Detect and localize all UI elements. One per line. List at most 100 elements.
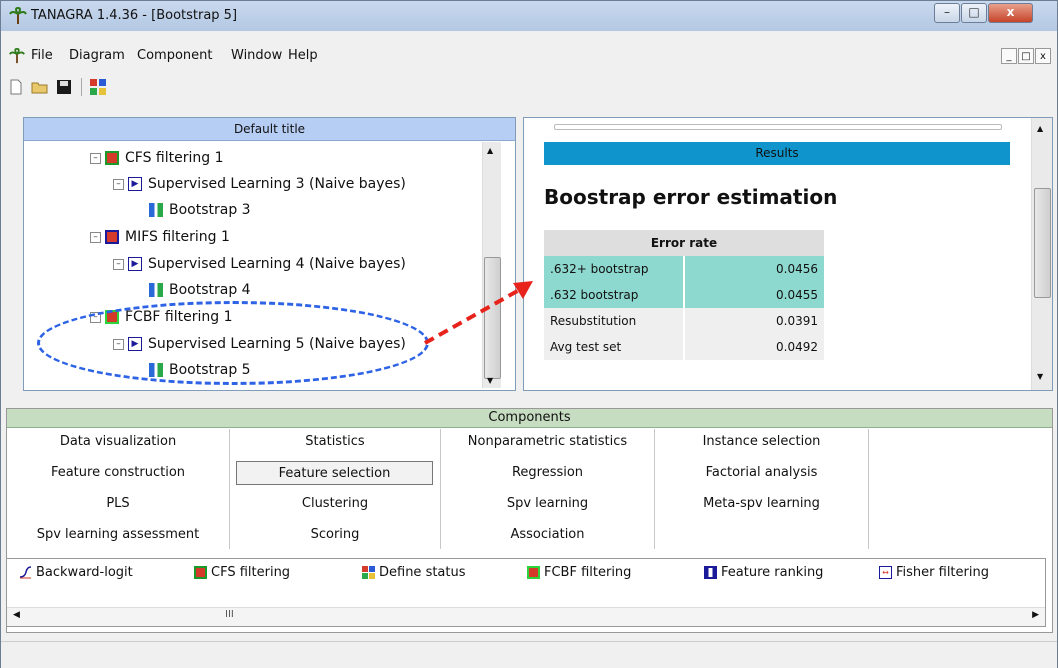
component-backward-logit[interactable]: Backward-logit — [19, 565, 133, 580]
category-statistics[interactable]: Statistics — [230, 430, 440, 454]
scroll-right-arrow-icon[interactable]: ▶ — [1032, 610, 1039, 620]
results-top-rule — [554, 124, 1002, 130]
category-spv-learning[interactable]: Spv learning — [441, 492, 654, 516]
tanagra-logo-icon — [9, 48, 25, 64]
scroll-thumb-grip[interactable]: III — [225, 609, 234, 620]
status-bar — [1, 641, 1057, 668]
row-label: .632 bootstrap — [544, 282, 685, 308]
row-label: Avg test set — [544, 334, 685, 360]
fisher-filtering-icon: ↔ — [879, 566, 892, 579]
category-factorial-analysis[interactable]: Factorial analysis — [655, 461, 868, 485]
supervised-learning-icon: ▶ — [128, 257, 142, 271]
row-value: 0.0455 — [776, 288, 818, 302]
tree-node-supervised-learning-3[interactable]: – ▶ Supervised Learning 3 (Naive bayes) — [113, 176, 406, 192]
tree-node-bootstrap-4[interactable]: Bootstrap 4 — [149, 282, 251, 298]
save-icon[interactable] — [55, 78, 73, 96]
define-status-icon[interactable] — [89, 78, 107, 96]
component-items-list: Backward-logit CFS filtering Define stat… — [6, 558, 1046, 627]
annotation-dashed-ellipse — [37, 301, 429, 385]
results-scrollbar-thumb[interactable] — [1034, 188, 1051, 298]
scroll-down-arrow-icon[interactable]: ▼ — [487, 376, 493, 385]
category-scoring[interactable]: Scoring — [230, 523, 440, 547]
scroll-up-arrow-icon[interactable]: ▲ — [1037, 124, 1043, 133]
category-meta-spv-learning[interactable]: Meta-spv learning — [655, 492, 868, 516]
maximize-button[interactable]: □ — [961, 3, 987, 23]
results-heading: Boostrap error estimation — [544, 185, 838, 209]
mdi-restore-button[interactable]: □ — [1018, 48, 1034, 64]
table-row: .632+ bootstrap 0.0456 — [544, 256, 824, 282]
supervised-learning-icon: ▶ — [128, 177, 142, 191]
row-label: Resubstitution — [544, 308, 685, 334]
tree-node-bootstrap-3[interactable]: Bootstrap 3 — [149, 202, 251, 218]
scroll-down-arrow-icon[interactable]: ▼ — [1037, 372, 1043, 381]
column-divider — [868, 429, 869, 549]
component-cfs-filtering[interactable]: CFS filtering — [194, 565, 290, 580]
table-row: Avg test set 0.0492 — [544, 334, 824, 360]
menu-file[interactable]: File — [31, 48, 53, 63]
new-file-icon[interactable] — [7, 78, 25, 96]
tree-node-cfs-filtering[interactable]: – CFS filtering 1 — [90, 150, 224, 166]
component-define-status[interactable]: Define status — [362, 565, 466, 580]
cfs-filtering-icon — [194, 566, 207, 579]
collapse-toggle[interactable]: – — [113, 178, 124, 190]
component-fisher-filtering[interactable]: ↔ Fisher filtering — [879, 565, 989, 580]
results-panel: Results Boostrap error estimation Error … — [523, 117, 1053, 391]
menu-component[interactable]: Component — [137, 48, 212, 63]
tree-node-mifs-filtering[interactable]: – MIFS filtering 1 — [90, 229, 230, 245]
component-feature-ranking[interactable]: Feature ranking — [704, 565, 823, 580]
menu-bar: File Diagram Component Window Help _ □ x — [1, 45, 1057, 67]
mdi-close-button[interactable]: x — [1035, 48, 1051, 64]
row-label: .632+ bootstrap — [544, 256, 685, 282]
component-fcbf-filtering[interactable]: FCBF filtering — [527, 565, 631, 580]
tanagra-logo-icon — [9, 7, 27, 24]
category-instance-selection[interactable]: Instance selection — [655, 430, 868, 454]
row-value: 0.0492 — [776, 340, 818, 354]
fcbf-filtering-icon — [527, 566, 540, 579]
bootstrap-icon — [149, 283, 163, 297]
title-bar: TANAGRA 1.4.36 - [Bootstrap 5] – □ x — [1, 1, 1057, 31]
feature-ranking-icon — [704, 566, 717, 579]
open-folder-icon[interactable] — [31, 78, 49, 96]
category-clustering[interactable]: Clustering — [230, 492, 440, 516]
error-rate-header: Error rate — [544, 230, 824, 256]
backward-logit-icon — [19, 566, 32, 579]
menu-help[interactable]: Help — [288, 48, 318, 63]
menu-window[interactable]: Window — [231, 48, 282, 63]
tree-node-supervised-learning-4[interactable]: – ▶ Supervised Learning 4 (Naive bayes) — [113, 256, 406, 272]
window-title: TANAGRA 1.4.36 - [Bootstrap 5] — [31, 8, 238, 23]
scroll-up-arrow-icon[interactable]: ▲ — [487, 146, 493, 155]
category-spv-learning-assessment[interactable]: Spv learning assessment — [7, 523, 229, 547]
error-rate-table: Error rate .632+ bootstrap 0.0456 .632 b… — [544, 230, 824, 360]
bootstrap-icon — [149, 203, 163, 217]
annotation-arrow-icon — [424, 281, 533, 345]
table-row: .632 bootstrap 0.0455 — [544, 282, 824, 308]
menu-diagram[interactable]: Diagram — [69, 48, 125, 63]
category-data-visualization[interactable]: Data visualization — [7, 430, 229, 454]
category-feature-selection[interactable]: Feature selection — [236, 461, 433, 485]
category-feature-construction[interactable]: Feature construction — [7, 461, 229, 485]
collapse-toggle[interactable]: – — [90, 231, 101, 243]
cfs-filtering-icon — [105, 151, 119, 165]
diagram-vertical-scrollbar[interactable]: ▲ ▼ — [482, 142, 501, 388]
results-vertical-scrollbar[interactable]: ▲ ▼ — [1031, 118, 1052, 390]
results-bar: Results — [544, 142, 1010, 165]
row-value: 0.0391 — [776, 314, 818, 328]
category-regression[interactable]: Regression — [441, 461, 654, 485]
row-value: 0.0456 — [776, 262, 818, 276]
scroll-left-arrow-icon[interactable]: ◀ — [13, 610, 20, 620]
minimize-button[interactable]: – — [934, 3, 960, 23]
components-header: Components — [7, 409, 1052, 428]
app-window: TANAGRA 1.4.36 - [Bootstrap 5] – □ x Fil… — [0, 0, 1058, 668]
components-horizontal-scrollbar[interactable]: ◀ III ▶ — [7, 607, 1045, 626]
collapse-toggle[interactable]: – — [90, 152, 101, 164]
collapse-toggle[interactable]: – — [113, 258, 124, 270]
category-pls[interactable]: PLS — [7, 492, 229, 516]
category-nonparametric-statistics[interactable]: Nonparametric statistics — [441, 430, 654, 454]
mifs-filtering-icon — [105, 230, 119, 244]
table-row: Resubstitution 0.0391 — [544, 308, 824, 334]
toolbar-separator — [81, 78, 82, 96]
close-button[interactable]: x — [988, 3, 1033, 23]
mdi-minimize-button[interactable]: _ — [1001, 48, 1017, 64]
category-association[interactable]: Association — [441, 523, 654, 547]
diagram-title: Default title — [24, 118, 515, 141]
